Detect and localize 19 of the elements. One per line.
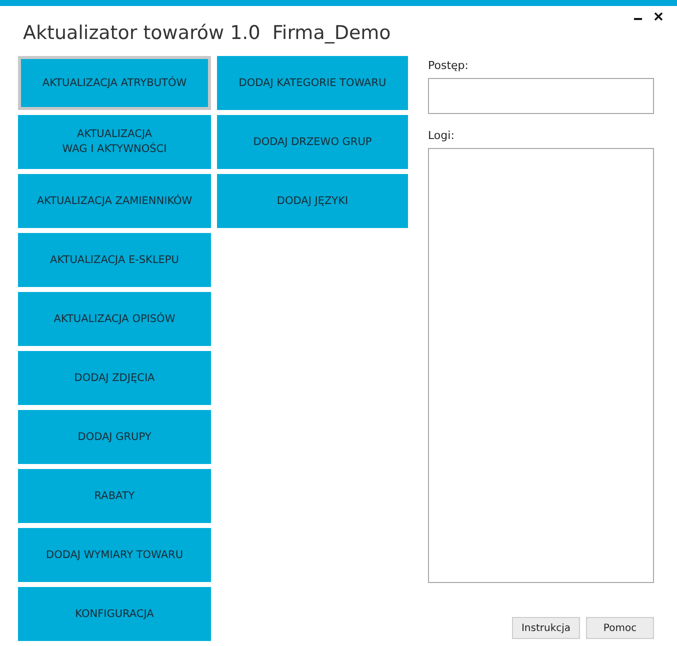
action-button[interactable]: KONFIGURACJA <box>18 587 211 641</box>
footer-button[interactable]: Pomoc <box>586 617 654 639</box>
action-button[interactable]: DODAJ ZDJĘCIA <box>18 351 211 405</box>
action-button[interactable]: DODAJ WYMIARY TOWARU <box>18 528 211 582</box>
close-icon[interactable] <box>654 12 663 21</box>
progress-label: Postęp: <box>428 58 470 74</box>
action-button[interactable]: DODAJ DRZEWO GRUP <box>217 115 408 169</box>
footer-button[interactable]: Instrukcja <box>512 617 580 639</box>
action-button[interactable]: DODAJ JĘZYKI <box>217 174 408 228</box>
action-button[interactable]: AKTUALIZACJA ATRYBUTÓW <box>18 56 211 110</box>
logs-label: Logi: <box>428 128 456 144</box>
action-button[interactable]: DODAJ GRUPY <box>18 410 211 464</box>
window-title: Aktualizator towarów 1.0 Firma_Demo <box>23 22 391 45</box>
action-button[interactable]: RABATY <box>18 469 211 523</box>
action-button[interactable]: AKTUALIZACJA ZAMIENNIKÓW <box>18 174 211 228</box>
action-button[interactable]: AKTUALIZACJA WAG I AKTYWNOŚCI <box>18 115 211 169</box>
action-button[interactable]: AKTUALIZACJA E-SKLEPU <box>18 233 211 287</box>
action-button[interactable]: DODAJ KATEGORIE TOWARU <box>217 56 408 110</box>
action-button[interactable]: AKTUALIZACJA OPISÓW <box>18 292 211 346</box>
